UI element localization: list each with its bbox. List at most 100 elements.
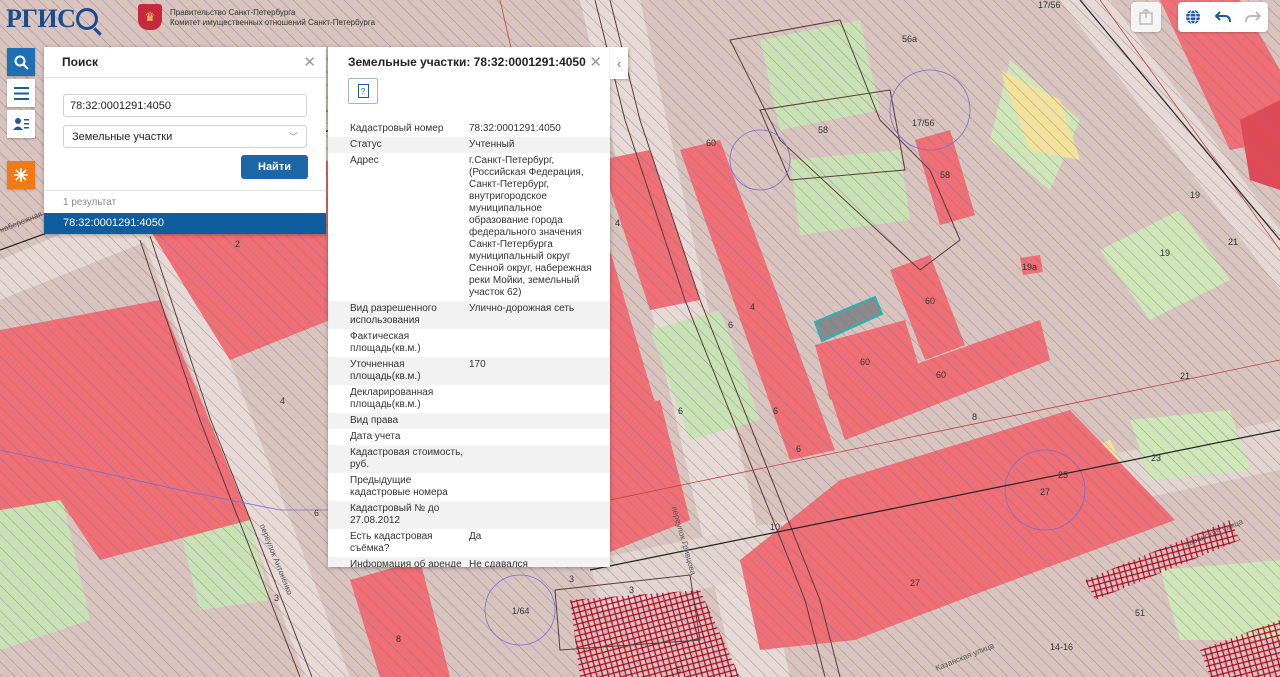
attribute-key: Статус xyxy=(328,137,469,153)
attribute-row: Уточненная площадь(кв.м.) 170 xyxy=(328,357,610,385)
redo-icon[interactable] xyxy=(1238,2,1268,32)
map-label: 60 xyxy=(936,370,947,380)
close-icon[interactable]: ✕ xyxy=(589,53,602,71)
map-label: 4 xyxy=(280,396,286,406)
attribute-value xyxy=(469,445,610,473)
map-label: 27 xyxy=(1040,487,1051,497)
attribute-row: Кадастровый № до 27.08.2012 xyxy=(328,501,610,529)
attribute-key: Уточненная площадь(кв.м.) xyxy=(328,357,469,385)
attribute-key: Декларированная площадь(кв.м.) xyxy=(350,387,434,410)
attribute-value: Улично-дорожная сеть xyxy=(469,301,610,329)
map-label: 60 xyxy=(925,296,936,306)
map-label: 19 xyxy=(1160,248,1171,258)
close-icon[interactable]: ✕ xyxy=(303,53,316,71)
gov-line-1: Правительство Санкт-Петербурга xyxy=(170,8,296,17)
gov-line-2: Комитет имущественных отношений Санкт-Пе… xyxy=(170,18,376,27)
logo-text: РГИС xyxy=(6,4,76,33)
map-label: 3 xyxy=(569,574,575,584)
map-label: 8 xyxy=(972,412,978,422)
attribute-value xyxy=(469,429,610,445)
attribute-value xyxy=(469,501,610,529)
map-label: 6 xyxy=(728,320,734,330)
map-label: 56а xyxy=(902,34,918,44)
attribute-key: Вид разрешенного использования xyxy=(328,301,469,329)
chevron-down-icon: ﹀ xyxy=(288,132,298,142)
map-label: 58 xyxy=(940,170,951,180)
attribute-value: 170 xyxy=(469,357,610,385)
attribute-value xyxy=(469,473,610,501)
government-banner: ♛ Правительство Санкт-Петербурга Комитет… xyxy=(138,4,375,30)
document-button[interactable]: ? xyxy=(348,78,378,104)
result-count: 1 результат xyxy=(44,190,326,213)
map-label: 3 xyxy=(629,585,635,595)
attribute-row: Вид разрешенного использования Улично-дор… xyxy=(328,301,610,329)
map-label: 58 xyxy=(818,125,829,135)
left-toolbar xyxy=(7,48,35,189)
chevron-left-icon: ‹ xyxy=(616,55,622,71)
search-icon[interactable] xyxy=(7,48,35,76)
map-label: 6 xyxy=(773,406,779,416)
map-label: 27 xyxy=(910,578,921,588)
attribute-row: Адрес г.Санкт-Петербург, (Российская Феде… xyxy=(328,153,610,301)
map-label: 17/56 xyxy=(912,118,935,128)
map-label: 19 xyxy=(1190,190,1201,200)
attribute-row: Кадастровая стоимость, руб. xyxy=(328,445,610,473)
user-list-icon[interactable] xyxy=(7,110,35,138)
emblem-icon[interactable] xyxy=(7,161,35,189)
map-label: 17/56 xyxy=(1038,0,1061,10)
parcel-info-panel: Земельные участки: 78:32:0001291:4050 ✕ … xyxy=(328,47,610,567)
attribute-key: Предыдущие кадастровые номера xyxy=(350,475,448,498)
undo-icon[interactable] xyxy=(1208,2,1238,32)
map-label: 60 xyxy=(706,138,717,148)
map-label: 8 xyxy=(396,634,402,644)
attribute-key: Адрес xyxy=(350,155,379,166)
search-panel-header: Поиск ✕ xyxy=(44,47,326,78)
search-input[interactable] xyxy=(63,94,307,117)
attribute-row: Есть кадастровая съёмка? Да xyxy=(328,529,610,557)
map-label: 6 xyxy=(678,406,684,416)
attribute-value xyxy=(469,385,610,413)
map-label: 1/64 xyxy=(512,606,530,616)
search-result-item[interactable]: 78:32:0001291:4050 xyxy=(44,213,326,234)
attribute-key: Кадастровый номер xyxy=(350,123,444,134)
attribute-row: Предыдущие кадастровые номера xyxy=(328,473,610,501)
attribute-value: Учтенный xyxy=(469,137,610,153)
attribute-row: Дата учета xyxy=(328,429,610,445)
search-type-select[interactable]: Земельные участки ﹀ xyxy=(63,125,307,148)
attributes-table: Кадастровый номер 78:32:0001291:4050 Стату… xyxy=(328,121,610,567)
collapse-panel-button[interactable]: ‹ xyxy=(610,47,628,79)
attribute-value xyxy=(469,413,610,429)
search-panel-title: Поиск xyxy=(62,55,99,69)
map-label: 6 xyxy=(314,508,320,518)
attribute-row: Декларированная площадь(кв.м.) xyxy=(328,385,610,413)
map-label: 2 xyxy=(235,239,241,249)
search-panel: Поиск ✕ Земельные участки ﹀ Найти 1 резу… xyxy=(44,47,326,234)
globe-icon[interactable] xyxy=(1178,2,1208,32)
attribute-row: Информация об аренде Не сдавался xyxy=(328,557,610,567)
export-icon[interactable] xyxy=(1131,2,1161,32)
map-label: 25 xyxy=(1058,470,1069,480)
find-button[interactable]: Найти xyxy=(241,155,308,179)
map-label: 4 xyxy=(615,218,621,228)
map-controls xyxy=(1178,2,1268,32)
map-label: 21 xyxy=(1228,237,1239,247)
map-label: 5 xyxy=(676,665,682,675)
attribute-value: г.Санкт-Петербург, (Российская Федерация… xyxy=(469,155,592,298)
attribute-value xyxy=(469,329,610,357)
map-label: 10 xyxy=(770,522,781,532)
attribute-value: Не сдавался xyxy=(469,557,610,567)
map-label: 23 xyxy=(1151,453,1162,463)
map-label: 3 xyxy=(274,593,280,603)
attribute-value: 78:32:0001291:4050 xyxy=(469,123,561,134)
attribute-value: Да xyxy=(469,531,482,542)
menu-icon[interactable] xyxy=(7,79,35,107)
app-logo[interactable]: РГИС xyxy=(6,2,99,36)
document-icon: ? xyxy=(357,84,369,98)
info-panel-header: Земельные участки: 78:32:0001291:4050 ✕ xyxy=(328,47,610,77)
info-panel-title: Земельные участки: 78:32:0001291:4050 xyxy=(348,55,586,69)
attribute-key: Информация об аренде xyxy=(328,557,469,567)
map-label: 4 xyxy=(750,302,756,312)
map-label: 6 xyxy=(796,444,802,454)
attribute-row: Вид права xyxy=(328,413,610,429)
coat-of-arms-icon: ♛ xyxy=(138,4,162,30)
